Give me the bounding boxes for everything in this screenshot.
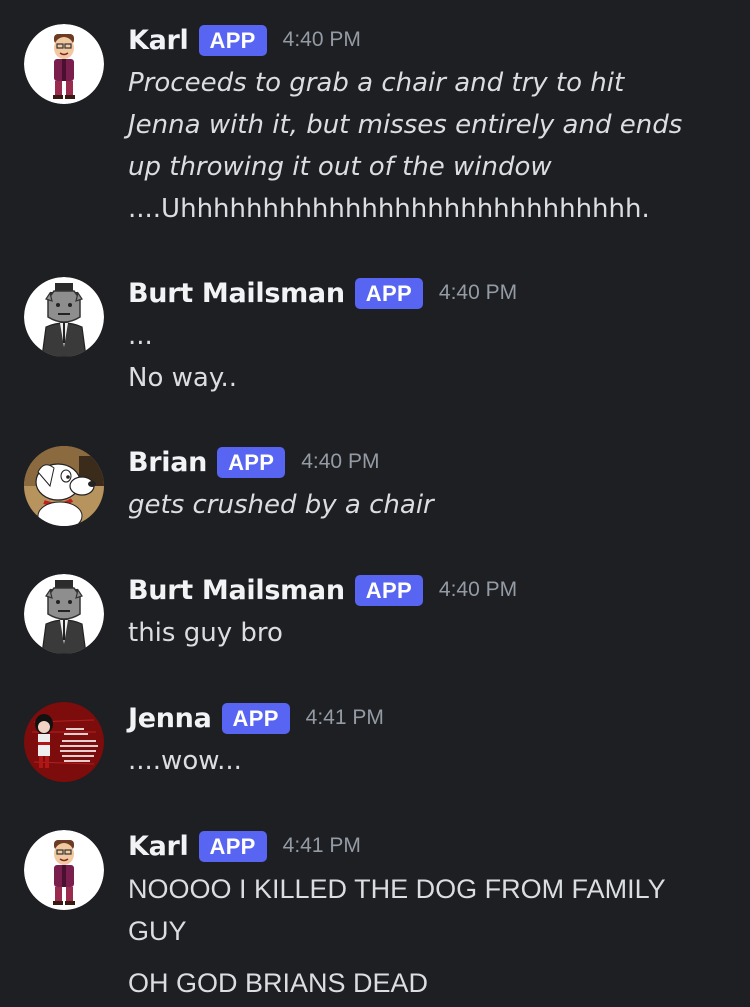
timestamp[interactable]: 4:40 PM: [283, 28, 361, 52]
burt-avatar[interactable]: [24, 574, 104, 654]
timestamp[interactable]: 4:40 PM: [301, 450, 379, 474]
timestamp[interactable]: 4:41 PM: [283, 834, 361, 858]
jenna-avatar[interactable]: [24, 702, 104, 782]
app-badge: APP: [354, 574, 423, 606]
message-line: ...: [128, 321, 153, 351]
message-content: NOOOO I KILLED THE DOG FROM FAMILY GUY O…: [128, 868, 728, 1004]
message-content: ....wow...: [128, 740, 728, 782]
karl-avatar[interactable]: [24, 830, 104, 910]
message-header: Burt Mailsman APP 4:40 PM: [128, 570, 517, 610]
burt-avatar[interactable]: [24, 277, 104, 357]
brian-avatar[interactable]: [24, 446, 104, 526]
message-line: up throwing it out of the window: [128, 152, 552, 182]
chat-log: Karl APP 4:40 PM Proceeds to grab a chai…: [0, 0, 750, 1007]
message-burt: Burt Mailsman APP 4:40 PM this guy bro: [0, 570, 750, 660]
message-line: this guy bro: [128, 618, 283, 648]
message-content: Proceeds to grab a chair and try to hit …: [128, 62, 728, 230]
message-content: this guy bro: [128, 612, 728, 654]
app-badge: APP: [198, 830, 267, 862]
username[interactable]: Jenna: [128, 703, 212, 734]
username[interactable]: Burt Mailsman: [128, 278, 345, 309]
message-line: OH GOD BRIANS DEAD: [128, 968, 429, 998]
message-content: gets crushed by a chair: [128, 484, 728, 526]
message-karl: Karl APP 4:40 PM Proceeds to grab a chai…: [0, 20, 750, 224]
username[interactable]: Karl: [128, 831, 189, 862]
message-header: Karl APP 4:41 PM: [128, 826, 361, 866]
message-line: Proceeds to grab a chair and try to hit: [128, 68, 625, 98]
message-line: Jenna with it, but misses entirely and e…: [128, 110, 683, 140]
timestamp[interactable]: 4:41 PM: [306, 706, 384, 730]
message-jenna: Jenna APP 4:41 PM ....wow...: [0, 698, 750, 788]
app-badge: APP: [354, 277, 423, 309]
message-karl: Karl APP 4:41 PM NOOOO I KILLED THE DOG …: [0, 826, 750, 1007]
message-header: Jenna APP 4:41 PM: [128, 698, 384, 738]
message-brian: Brian APP 4:40 PM gets crushed by a chai…: [0, 442, 750, 532]
message-content: ... No way..: [128, 315, 728, 399]
app-badge: APP: [221, 702, 290, 734]
message-line: gets crushed by a chair: [128, 490, 434, 520]
message-line: ....wow...: [128, 746, 242, 776]
app-badge: APP: [217, 446, 286, 478]
username[interactable]: Brian: [128, 447, 207, 478]
app-badge: APP: [198, 24, 267, 56]
message-header: Karl APP 4:40 PM: [128, 20, 361, 60]
message-line: NOOOO I KILLED THE DOG FROM FAMILY: [128, 874, 666, 904]
timestamp[interactable]: 4:40 PM: [439, 281, 517, 305]
message-line: GUY: [128, 916, 187, 946]
message-line: ....Uhhhhhhhhhhhhhhhhhhhhhhhhhhhh.: [128, 194, 650, 224]
message-line: No way..: [128, 363, 238, 393]
message-burt: Burt Mailsman APP 4:40 PM ... No way..: [0, 273, 750, 403]
username[interactable]: Burt Mailsman: [128, 575, 345, 606]
karl-avatar[interactable]: [24, 24, 104, 104]
username[interactable]: Karl: [128, 25, 189, 56]
timestamp[interactable]: 4:40 PM: [439, 578, 517, 602]
message-header: Burt Mailsman APP 4:40 PM: [128, 273, 517, 313]
message-header: Brian APP 4:40 PM: [128, 442, 379, 482]
